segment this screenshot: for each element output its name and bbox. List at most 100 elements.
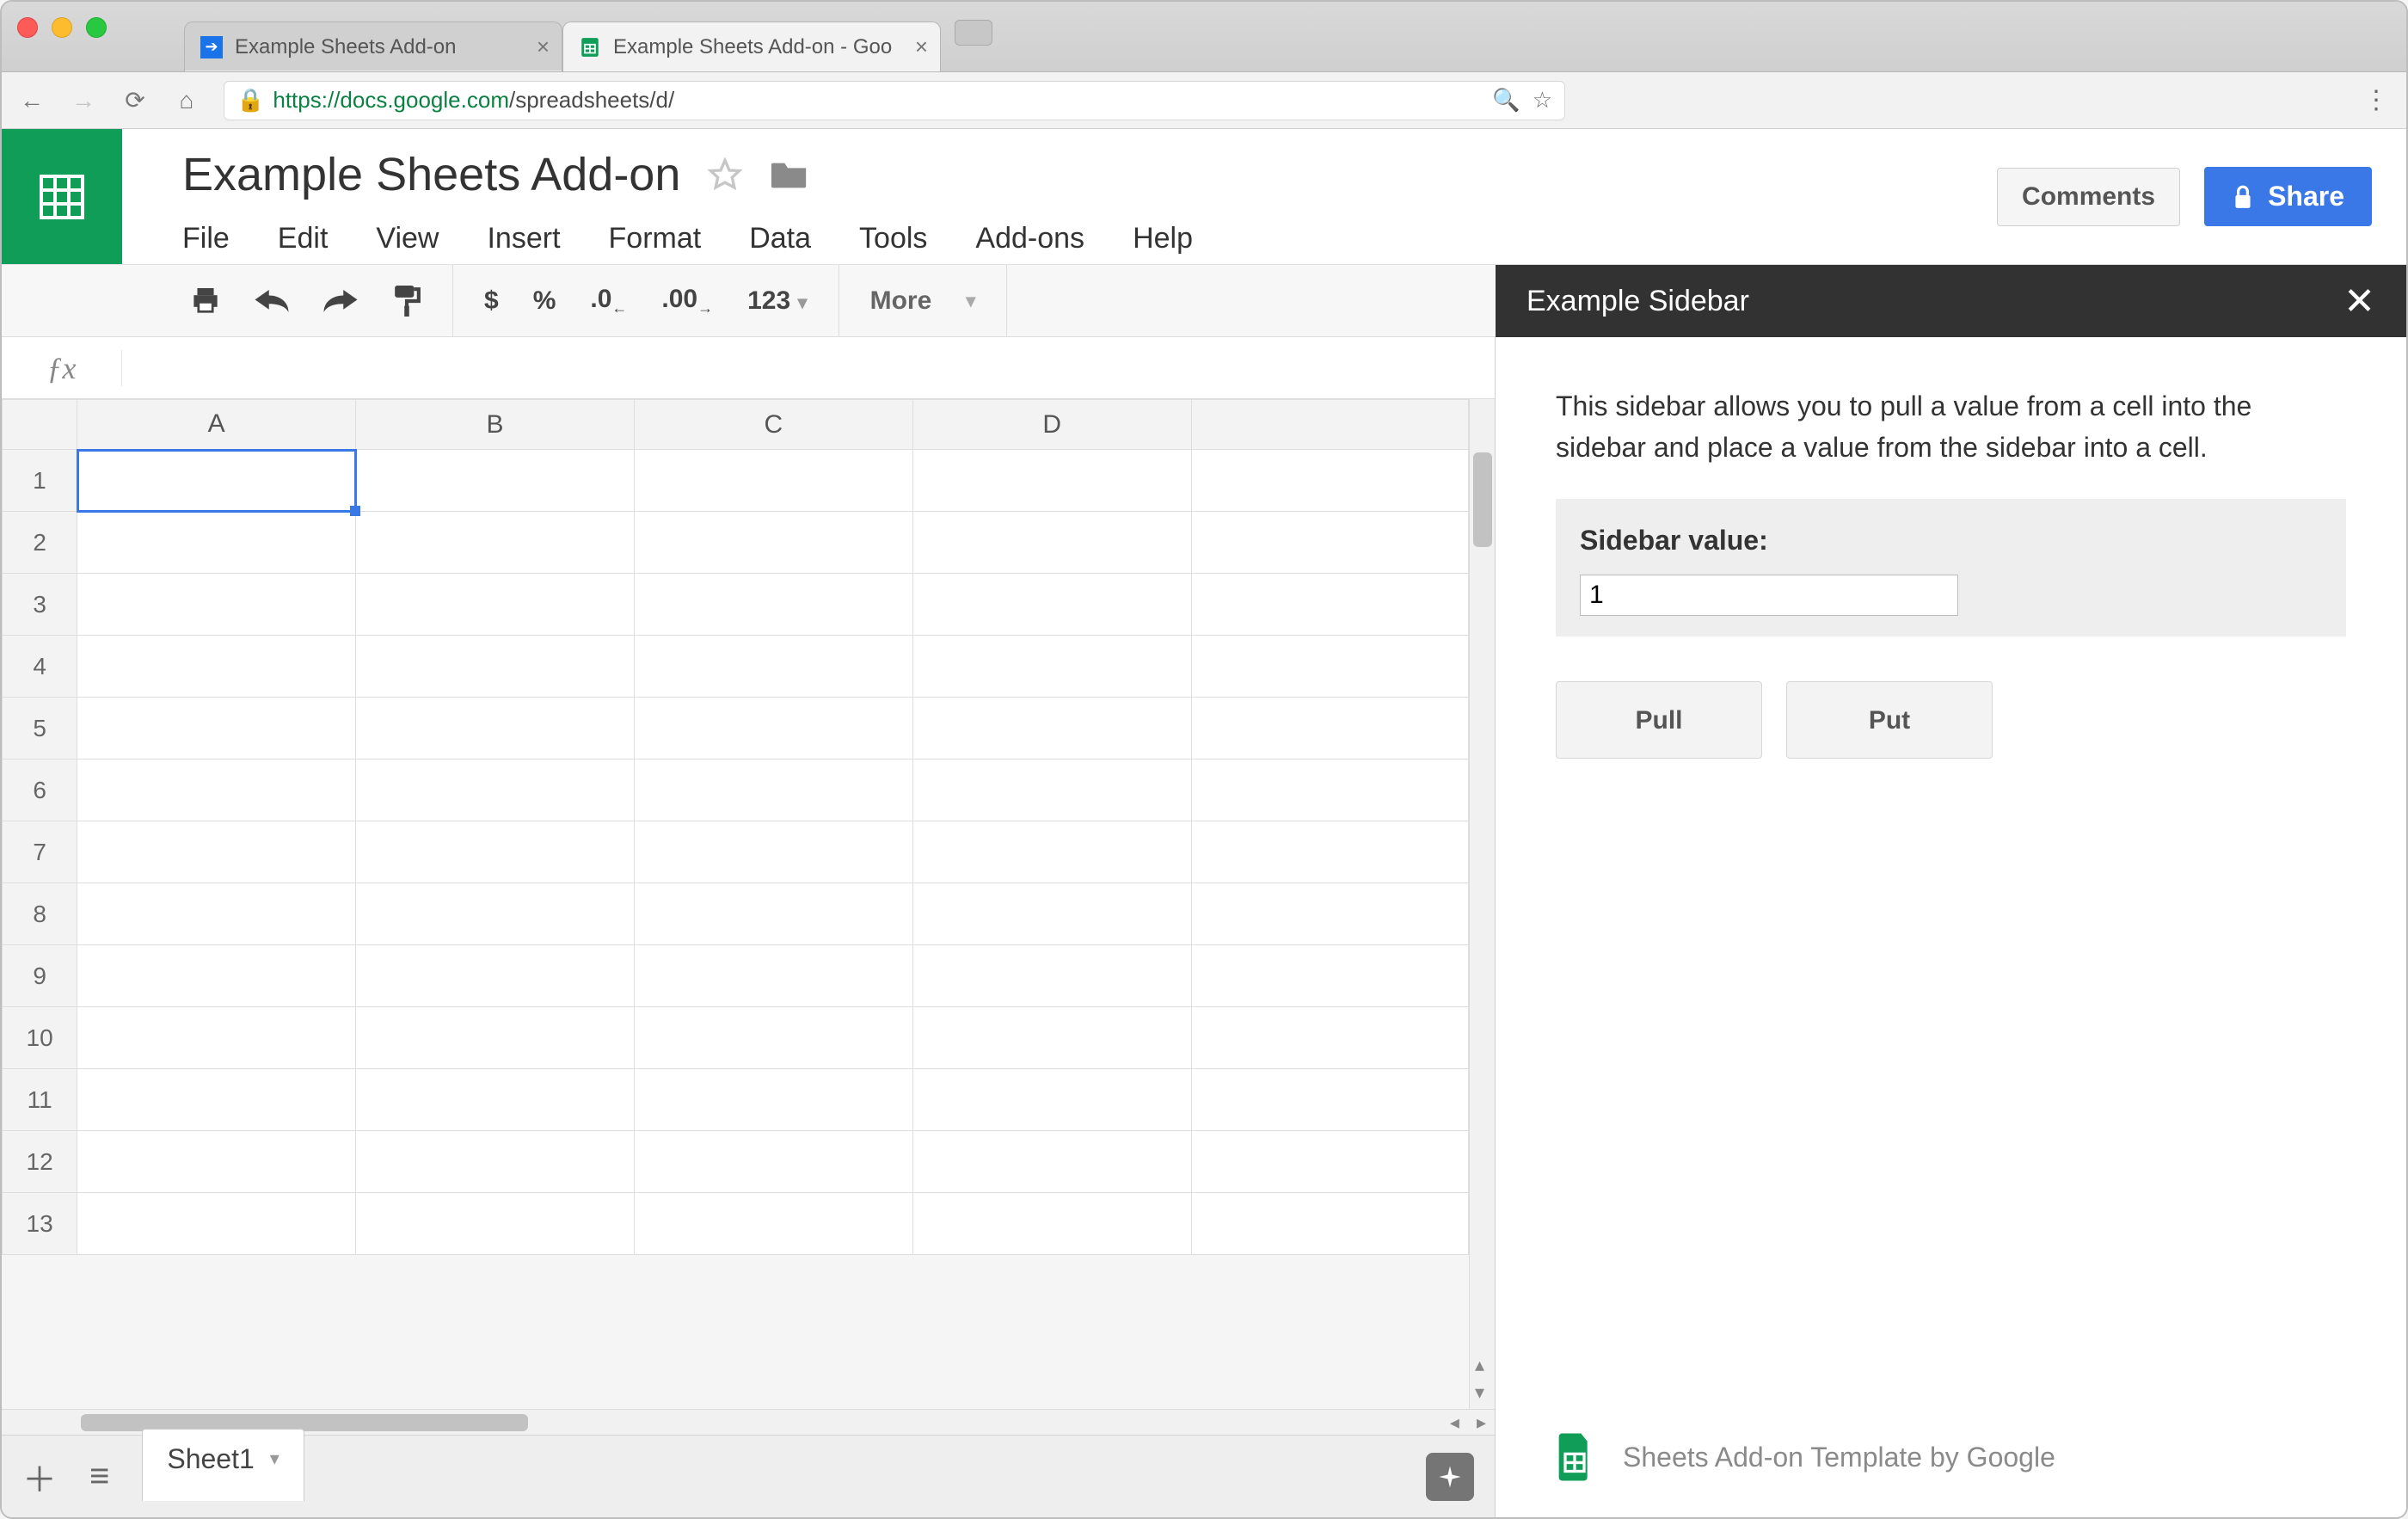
cell[interactable] <box>634 883 912 945</box>
maximize-window-button[interactable] <box>86 17 107 38</box>
close-tab-icon[interactable]: × <box>915 34 928 60</box>
menu-insert[interactable]: Insert <box>487 222 560 255</box>
cell[interactable] <box>356 1193 635 1255</box>
row-header[interactable]: 2 <box>3 512 77 574</box>
row-header[interactable]: 13 <box>3 1193 77 1255</box>
row-header[interactable]: 12 <box>3 1131 77 1193</box>
cell[interactable] <box>634 574 912 636</box>
column-header[interactable]: C <box>634 400 912 450</box>
row-header[interactable]: 11 <box>3 1069 77 1131</box>
formula-input[interactable] <box>122 337 1495 398</box>
scroll-down-icon[interactable]: ▾ <box>1475 1381 1484 1404</box>
toolgroup-more[interactable]: More ▾ <box>839 265 1008 336</box>
cell[interactable] <box>356 945 635 1007</box>
cell[interactable] <box>77 821 356 883</box>
browser-tab[interactable]: Example Sheets Add-on - Goo × <box>562 22 941 71</box>
paint-format-icon[interactable] <box>392 286 421 317</box>
cell[interactable] <box>1191 698 1468 760</box>
browser-menu-icon[interactable]: ⋮ <box>2363 85 2391 115</box>
cell[interactable] <box>77 450 356 512</box>
fx-icon[interactable]: ƒx <box>2 350 122 386</box>
cell[interactable] <box>912 883 1191 945</box>
cell[interactable] <box>912 1007 1191 1069</box>
scroll-right-icon[interactable]: ▸ <box>1477 1411 1486 1434</box>
format-percent[interactable]: % <box>533 286 556 316</box>
pull-button[interactable]: Pull <box>1556 681 1762 759</box>
cell[interactable] <box>356 883 635 945</box>
cell[interactable] <box>77 1131 356 1193</box>
menu-help[interactable]: Help <box>1133 222 1193 255</box>
cell[interactable] <box>356 698 635 760</box>
cell[interactable] <box>1191 1193 1468 1255</box>
cell[interactable] <box>634 1007 912 1069</box>
cell[interactable] <box>356 1069 635 1131</box>
cell[interactable] <box>912 1131 1191 1193</box>
increase-decimal[interactable]: .00→ <box>661 285 713 317</box>
cell[interactable] <box>356 821 635 883</box>
cell[interactable] <box>912 636 1191 698</box>
menu-addons[interactable]: Add-ons <box>975 222 1084 255</box>
menu-file[interactable]: File <box>182 222 230 255</box>
cell[interactable] <box>634 450 912 512</box>
cell[interactable] <box>356 760 635 821</box>
zoom-icon[interactable]: 🔍 <box>1492 87 1520 114</box>
row-header[interactable]: 6 <box>3 760 77 821</box>
cell[interactable] <box>634 512 912 574</box>
close-icon[interactable]: ✕ <box>2344 280 2375 323</box>
cell[interactable] <box>356 636 635 698</box>
cell[interactable] <box>77 1193 356 1255</box>
format-currency[interactable]: $ <box>484 286 499 316</box>
row-header[interactable]: 4 <box>3 636 77 698</box>
undo-icon[interactable] <box>255 290 289 312</box>
cell[interactable] <box>356 512 635 574</box>
cell[interactable] <box>912 574 1191 636</box>
menu-data[interactable]: Data <box>749 222 811 255</box>
cell[interactable] <box>77 945 356 1007</box>
cell[interactable] <box>634 945 912 1007</box>
browser-tab[interactable]: ➔ Example Sheets Add-on × <box>184 22 562 71</box>
cell[interactable] <box>77 574 356 636</box>
cell[interactable] <box>77 512 356 574</box>
cell[interactable] <box>1191 1131 1468 1193</box>
column-header[interactable] <box>1191 400 1468 450</box>
cell[interactable] <box>912 1193 1191 1255</box>
column-header[interactable]: D <box>912 400 1191 450</box>
row-header[interactable]: 7 <box>3 821 77 883</box>
row-header[interactable]: 8 <box>3 883 77 945</box>
menu-edit[interactable]: Edit <box>278 222 329 255</box>
document-title[interactable]: Example Sheets Add-on <box>182 148 680 201</box>
cell[interactable] <box>1191 821 1468 883</box>
home-icon[interactable]: ⌂ <box>172 87 201 114</box>
all-sheets-button[interactable]: ≡ <box>89 1457 109 1496</box>
scrollbar-thumb[interactable] <box>1473 452 1492 547</box>
menu-tools[interactable]: Tools <box>859 222 927 255</box>
address-bar[interactable]: 🔒 https://docs.google.com /spreadsheets/… <box>224 81 1565 120</box>
new-tab-button[interactable] <box>955 20 992 46</box>
row-header[interactable]: 5 <box>3 698 77 760</box>
cell[interactable] <box>634 1069 912 1131</box>
cell[interactable] <box>1191 945 1468 1007</box>
sidebar-value-input[interactable] <box>1580 575 1958 616</box>
folder-icon[interactable] <box>770 157 809 192</box>
put-button[interactable]: Put <box>1786 681 1993 759</box>
cell[interactable] <box>356 450 635 512</box>
cell[interactable] <box>912 512 1191 574</box>
cell[interactable] <box>912 760 1191 821</box>
cell[interactable] <box>356 574 635 636</box>
cell[interactable] <box>1191 574 1468 636</box>
reload-icon[interactable]: ⟳ <box>120 86 150 114</box>
back-icon[interactable]: ← <box>17 87 46 114</box>
cell[interactable] <box>1191 1069 1468 1131</box>
cell[interactable] <box>912 698 1191 760</box>
chevron-down-icon[interactable]: ▾ <box>270 1448 280 1470</box>
cell[interactable] <box>634 821 912 883</box>
cell[interactable] <box>1191 636 1468 698</box>
cell[interactable] <box>77 1069 356 1131</box>
cell[interactable] <box>634 1193 912 1255</box>
menu-view[interactable]: View <box>376 222 439 255</box>
cell[interactable] <box>912 450 1191 512</box>
cell[interactable] <box>912 1069 1191 1131</box>
cell[interactable] <box>77 698 356 760</box>
menu-format[interactable]: Format <box>609 222 702 255</box>
cell-grid[interactable]: ABCD12345678910111213 <box>2 399 1469 1409</box>
